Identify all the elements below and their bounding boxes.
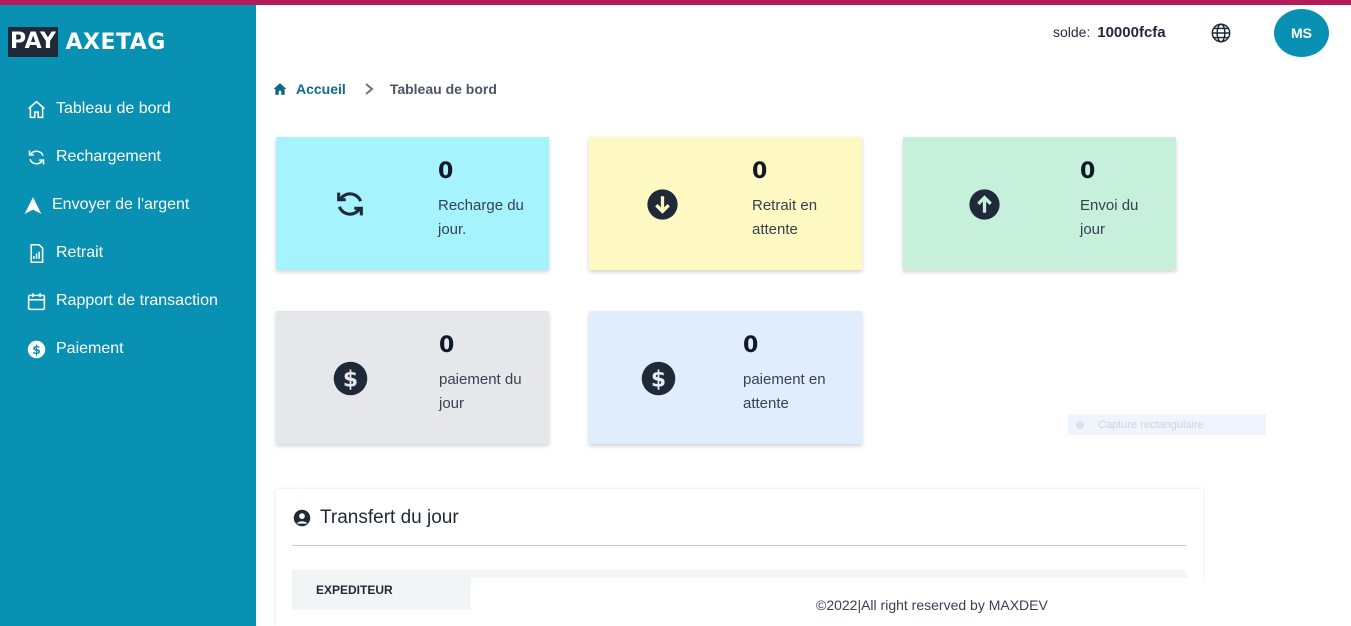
user-circle-icon [293, 509, 311, 527]
arrow-up-circle-icon [966, 186, 1002, 222]
brand-logo[interactable]: PAY AXETAG [8, 27, 166, 57]
footer-copyright: ©2022|All right reserved by MAXDEV [816, 597, 1048, 613]
stat-value: 0 [752, 159, 768, 184]
sidebar-item-retrait[interactable]: Retrait [0, 229, 256, 277]
stat-card-paiement-attente[interactable]: $ 0 paiement en attente [589, 311, 862, 444]
sidebar-item-label: Tableau de bord [56, 100, 171, 117]
capture-label: Capture rectangulaire [1098, 418, 1204, 431]
breadcrumb-home-link[interactable]: Accueil [273, 81, 346, 97]
sidebar-item-label: Rapport de transaction [56, 292, 218, 309]
brand-part-pay: PAY [8, 27, 59, 57]
dollar-circle-icon: $ [332, 360, 368, 396]
stat-card-retrait[interactable]: 0 Retrait en attente [589, 137, 862, 270]
stat-card-envoi[interactable]: 0 Envoi du jour [903, 137, 1176, 270]
sidebar-item-paiement[interactable]: $ Paiement [0, 325, 256, 373]
user-avatar[interactable]: MS [1274, 9, 1329, 57]
stat-value: 0 [438, 159, 454, 184]
arrow-down-circle-icon [644, 186, 680, 222]
sidebar-item-rechargement[interactable]: Rechargement [0, 133, 256, 181]
divider [292, 545, 1187, 546]
svg-text:$: $ [342, 367, 357, 392]
sidebar-item-label: Rechargement [56, 148, 161, 165]
stat-card-paiement-jour[interactable]: $ 0 paiement du jour [276, 311, 549, 444]
stat-label: paiement en attente [743, 371, 826, 412]
home-icon [25, 98, 47, 120]
svg-text:$: $ [32, 342, 41, 356]
transfer-title-text: Transfert du jour [320, 507, 459, 528]
sidebar-nav: Tableau de bord Rechargement Envoyer de … [0, 85, 256, 373]
stat-label: Retrait en attente [752, 197, 818, 238]
stat-value: 0 [439, 333, 455, 358]
breadcrumb-current: Tableau de bord [389, 81, 497, 97]
sidebar-item-label: Paiement [56, 340, 124, 357]
sidebar: PAY AXETAG Tableau de bord Rechargement … [0, 5, 256, 626]
withdraw-icon [25, 242, 47, 264]
dollar-circle-icon: $ [640, 360, 676, 396]
stat-card-recharge[interactable]: 0 Recharge du jour. [276, 137, 549, 270]
brand-part-axetag: AXETAG [65, 29, 166, 55]
stat-label: Envoi du jour [1080, 197, 1139, 238]
capture-overlay[interactable]: Capture rectangulaire [1068, 414, 1266, 435]
balance-label: solde: [1053, 24, 1091, 40]
stat-value: 0 [743, 333, 759, 358]
calendar-icon [25, 290, 47, 312]
sidebar-item-tableau-de-bord[interactable]: Tableau de bord [0, 85, 256, 133]
breadcrumb-home-label: Accueil [296, 81, 346, 97]
transfer-title: Transfert du jour [293, 507, 459, 529]
globe-icon[interactable] [1210, 22, 1232, 44]
column-header-expediteur[interactable]: EXPEDITEUR [292, 570, 471, 610]
sidebar-item-label: Retrait [56, 244, 104, 261]
stat-value: 0 [1080, 159, 1096, 184]
balance-display: solde: 10000fcfa [1053, 24, 1166, 41]
refresh-icon [25, 146, 47, 168]
home-icon [273, 83, 287, 95]
stat-label: Recharge du jour. [438, 197, 524, 238]
record-dot-icon [1076, 420, 1084, 429]
balance-value: 10000fcfa [1097, 24, 1166, 41]
sidebar-item-label: Envoyer de l'argent [52, 196, 190, 213]
breadcrumb: Accueil Tableau de bord [273, 80, 497, 98]
dollar-icon: $ [25, 338, 47, 360]
footer: ©2022|All right reserved by MAXDEV [471, 578, 1351, 626]
svg-text:$: $ [650, 367, 665, 392]
chevron-right-icon [364, 82, 376, 96]
send-icon [23, 194, 43, 216]
sidebar-item-rapport[interactable]: Rapport de transaction [0, 277, 256, 325]
refresh-icon [332, 186, 368, 222]
stat-label: paiement du jour [439, 371, 522, 412]
sidebar-item-envoyer[interactable]: Envoyer de l'argent [0, 181, 256, 229]
